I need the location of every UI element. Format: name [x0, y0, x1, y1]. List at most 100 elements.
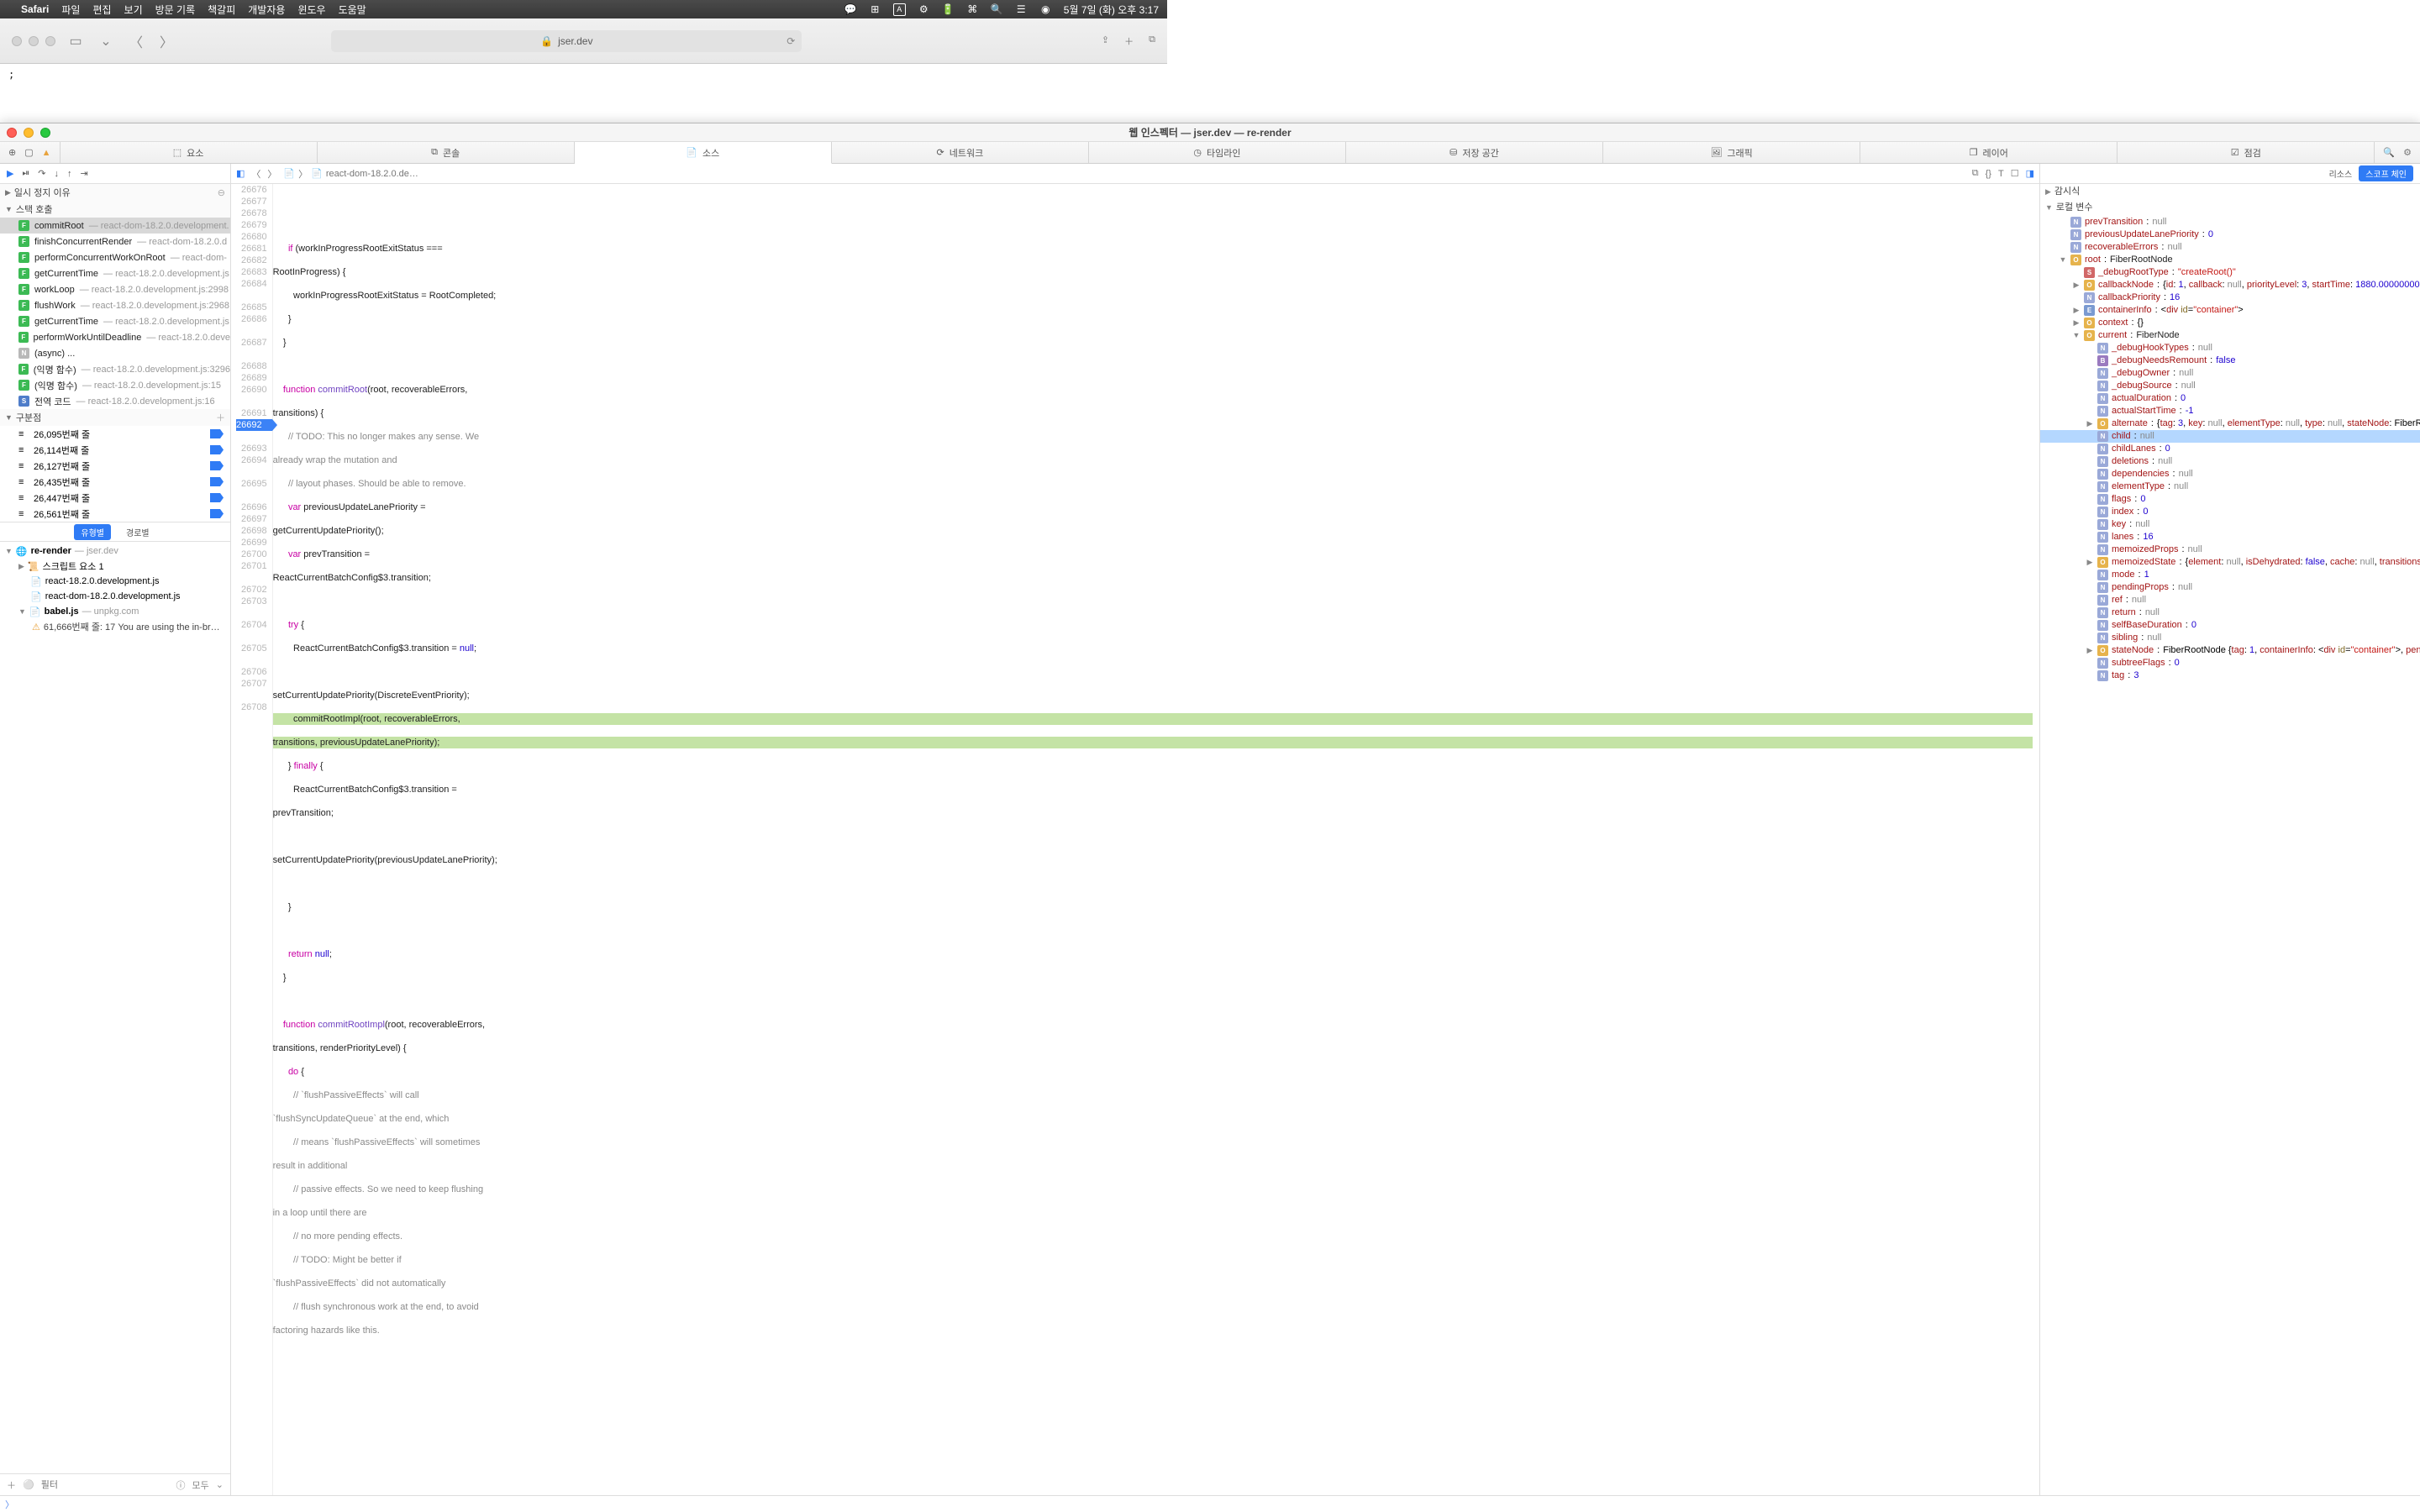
close-icon[interactable]: ⊖	[218, 187, 225, 198]
tab-storage[interactable]: ⛁저장 공간	[1346, 142, 1603, 163]
sidebar-toggle-icon[interactable]: ◧	[236, 168, 245, 179]
minimize-icon[interactable]	[24, 128, 34, 138]
back-button[interactable]: 〈	[126, 31, 146, 51]
search-icon[interactable]: 🔍	[2383, 147, 2395, 158]
tree-file[interactable]: 📄react-dom-18.2.0.development.js	[0, 589, 230, 604]
grid-icon[interactable]: ⊞	[869, 3, 881, 16]
warning-icon[interactable]: ▲	[42, 148, 51, 158]
stack-frame[interactable]: S전역 코드 — react-18.2.0.development.js:16	[0, 393, 230, 409]
breakpoint-row[interactable]: ≡26,561번째 줄	[0, 506, 230, 522]
call-stack-header[interactable]: ▼스택 호출	[0, 201, 230, 218]
breakpoint-row[interactable]: ≡26,095번째 줄	[0, 426, 230, 442]
stack-frame[interactable]: FperformWorkUntilDeadline — react-18.2.0…	[0, 329, 230, 345]
breakpoints-header[interactable]: ▼구분점＋	[0, 409, 230, 426]
step-into-icon[interactable]: ↓	[55, 169, 60, 179]
zoom-icon[interactable]	[40, 128, 50, 138]
breakpoint-row[interactable]: ≡26,127번째 줄	[0, 458, 230, 474]
stack-frame[interactable]: FcommitRoot — react-dom-18.2.0.developme…	[0, 218, 230, 234]
step-over-icon[interactable]: ↷	[38, 168, 45, 179]
nav-back-icon[interactable]: 〈	[251, 167, 260, 181]
add-icon[interactable]: ＋	[216, 411, 225, 424]
scope-chain-tab[interactable]: 스코프 체인	[2359, 165, 2413, 181]
tab-group-chevron-icon[interactable]: ⌄	[96, 31, 116, 51]
tab-console[interactable]: ⧉콘솔	[318, 142, 575, 163]
menubar-clock[interactable]: 5월 7일 (화) 오후 3:17	[1064, 3, 1159, 17]
tab-sources[interactable]: 📄소스	[575, 142, 832, 164]
element-picker-icon[interactable]: ⊕	[8, 147, 16, 158]
info-icon[interactable]: ⓘ	[176, 1478, 186, 1492]
resume-icon[interactable]: ⏯	[22, 168, 29, 179]
search-icon[interactable]: 🔍	[991, 3, 1003, 16]
sidebar-toggle-icon[interactable]: ▭	[66, 31, 86, 51]
tab-audit[interactable]: ☑점검	[2118, 142, 2375, 163]
device-icon[interactable]: ▢	[24, 147, 33, 158]
stack-frame[interactable]: FfinishConcurrentRender — react-dom-18.2…	[0, 234, 230, 249]
forward-button[interactable]: 〉	[156, 31, 176, 51]
control-center-icon[interactable]: ☰	[1015, 3, 1028, 16]
breakpoint-toggle-icon[interactable]: ▶	[7, 168, 13, 179]
tab-graphics[interactable]: 🖼그래픽	[1603, 142, 1860, 163]
nav-fwd-icon[interactable]: 〉	[267, 167, 276, 181]
menu-window[interactable]: 윈도우	[297, 3, 325, 17]
close-icon[interactable]	[7, 128, 17, 138]
battery-icon[interactable]: 🔋	[942, 3, 955, 16]
settings-icon[interactable]: ⚙	[2403, 147, 2412, 158]
stack-frame[interactable]: F(익명 함수) — react-18.2.0.development.js:3…	[0, 361, 230, 377]
menu-history[interactable]: 방문 기록	[155, 3, 196, 17]
menu-develop[interactable]: 개발자용	[248, 3, 285, 17]
breadcrumb[interactable]: 📄〉📄 react-dom-18.2.0.de…	[283, 167, 418, 181]
filter-input[interactable]	[41, 1480, 170, 1490]
tree-root[interactable]: ▼🌐re-render — jser.dev	[0, 543, 230, 559]
minimize-icon[interactable]	[29, 36, 39, 46]
tab-timeline[interactable]: ◷타임라인	[1089, 142, 1346, 163]
reload-icon[interactable]: ⟳	[786, 35, 795, 47]
tab-elements[interactable]: ⬚요소	[60, 142, 318, 163]
siri-icon[interactable]: ◉	[1039, 3, 1052, 16]
copy-icon[interactable]: ⧉	[1972, 168, 1979, 179]
scope-tree[interactable]: ▶감시식 ▼로컬 변수 NprevTransition: null Nprevi…	[2040, 184, 2420, 1495]
tab-layers[interactable]: ❐레이어	[1860, 142, 2118, 163]
tab-network[interactable]: ⟳네트워크	[832, 142, 1089, 163]
stack-frame[interactable]: FworkLoop — react-18.2.0.development.js:…	[0, 281, 230, 297]
coverage-icon[interactable]: ☐	[2011, 168, 2019, 179]
add-icon[interactable]: ＋	[7, 1478, 16, 1492]
stack-frame[interactable]: N(async) ...	[0, 345, 230, 361]
stack-frame[interactable]: FgetCurrentTime — react-18.2.0.developme…	[0, 313, 230, 329]
sidebar-right-toggle-icon[interactable]: ◨	[2026, 168, 2034, 179]
group-by-path[interactable]: 경로별	[119, 524, 156, 540]
stack-frame[interactable]: FflushWork — react-18.2.0.development.js…	[0, 297, 230, 313]
address-bar[interactable]: 🔒 jser.dev ⟳	[331, 30, 802, 52]
menu-help[interactable]: 도움말	[339, 3, 366, 17]
group-by-type[interactable]: 유형별	[74, 524, 111, 540]
chevron-icon[interactable]: ⌄	[216, 1479, 224, 1490]
close-icon[interactable]	[12, 36, 22, 46]
window-controls[interactable]	[12, 36, 55, 46]
zoom-icon[interactable]	[45, 36, 55, 46]
share-icon[interactable]: ⇪	[1102, 34, 1109, 48]
app-name[interactable]: Safari	[21, 3, 49, 15]
menu-edit[interactable]: 편집	[92, 3, 111, 17]
braces-icon[interactable]: {}	[1986, 169, 1991, 179]
new-tab-icon[interactable]: ＋	[1124, 34, 1134, 48]
tree-script-group[interactable]: ▶📜스크립트 요소 1	[0, 559, 230, 574]
source-code[interactable]: 2667626677266782667926680266812668226683…	[231, 184, 2039, 1495]
menu-view[interactable]: 보기	[124, 3, 143, 17]
console-prompt[interactable]: 〉	[0, 1495, 2420, 1512]
menu-bookmarks[interactable]: 책갈피	[208, 3, 235, 17]
pause-reason-header[interactable]: ▶일시 정지 이유⊖	[0, 184, 230, 201]
bluetooth-icon[interactable]: ⚙	[918, 3, 930, 16]
step-icon[interactable]: ⇥	[81, 168, 88, 179]
wifi-icon[interactable]: ⌘	[966, 3, 979, 16]
tree-file[interactable]: 📄react-18.2.0.development.js	[0, 574, 230, 589]
keyboard-icon[interactable]: A	[893, 3, 906, 16]
stack-frame[interactable]: FperformConcurrentWorkOnRoot — react-dom…	[0, 249, 230, 265]
stack-frame[interactable]: FgetCurrentTime — react-18.2.0.developme…	[0, 265, 230, 281]
tabs-overview-icon[interactable]: ⧉	[1149, 34, 1155, 48]
breakpoint-row[interactable]: ≡26,447번째 줄	[0, 490, 230, 506]
step-out-icon[interactable]: ↑	[67, 169, 72, 179]
filter-mode[interactable]: 모두	[192, 1478, 209, 1492]
breakpoint-row[interactable]: ≡26,114번째 줄	[0, 442, 230, 458]
resources-tab[interactable]: 리소스	[2329, 167, 2353, 180]
menu-file[interactable]: 파일	[61, 3, 80, 17]
stack-frame[interactable]: F(익명 함수) — react-18.2.0.development.js:1…	[0, 377, 230, 393]
